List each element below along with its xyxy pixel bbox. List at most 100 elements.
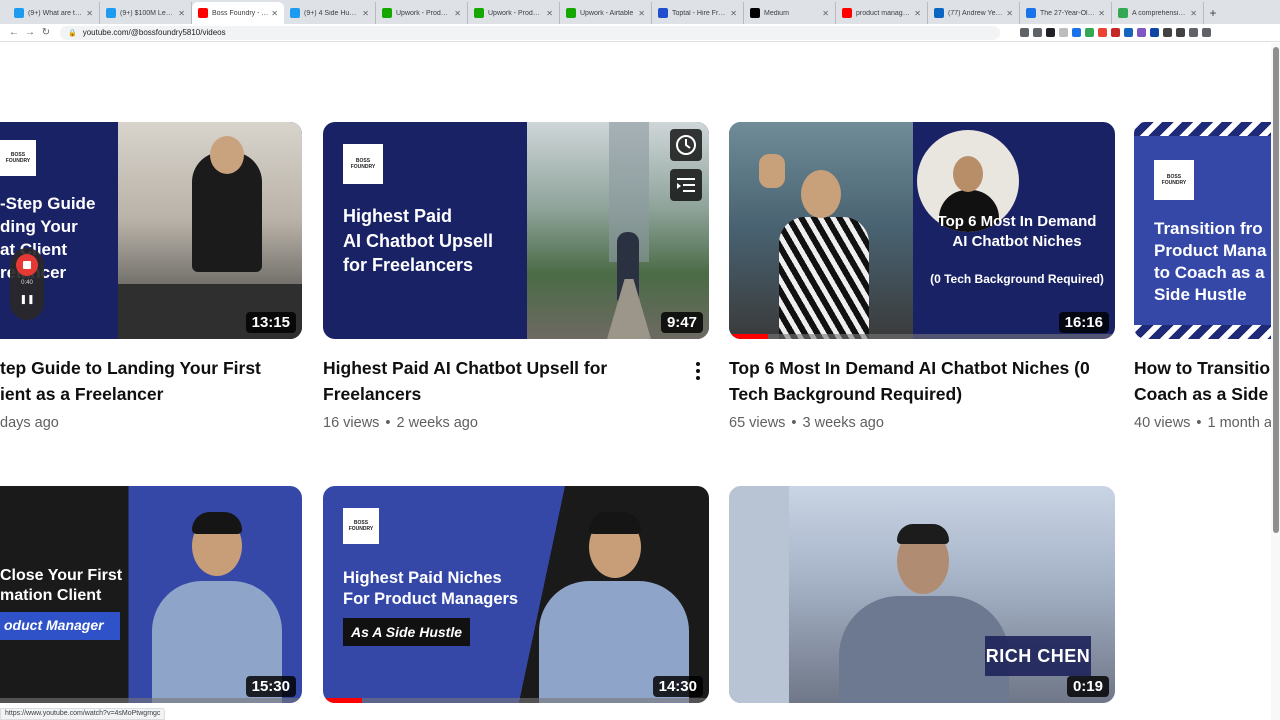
extensions-toolbar (1020, 28, 1211, 37)
new-tab-button[interactable]: + (1204, 2, 1222, 24)
video-card[interactable]: RICH CHEN 0:19 (729, 486, 1115, 703)
close-tab-icon[interactable]: ✕ (178, 9, 185, 18)
browser-tab[interactable]: The 27-Year-Old Ge✕ (1020, 2, 1112, 24)
page-scrollbar[interactable] (1271, 43, 1280, 720)
video-thumbnail[interactable]: Close Your First mation Client oduct Man… (0, 486, 302, 703)
url-text: youtube.com/@bossfoundry5810/videos (82, 28, 226, 37)
browser-tab[interactable]: Upwork - Product R ✕ (468, 2, 560, 24)
video-card[interactable]: Close Your First mation Client oduct Man… (0, 486, 302, 703)
puzzle-icon[interactable] (1163, 28, 1172, 37)
extension-icon[interactable] (1098, 28, 1107, 37)
video-age: 2 weeks ago (396, 415, 478, 431)
tab-favicon-icon (106, 8, 116, 18)
extension-icon[interactable] (1111, 28, 1120, 37)
extension-icon[interactable] (1046, 28, 1055, 37)
video-age: 3 weeks ago (802, 415, 884, 431)
video-card[interactable]: BOSS FOUNDRY Transition fro Product Mana… (1134, 122, 1271, 431)
browser-tab[interactable]: (9+) 4 Side Hustles ✕ (284, 2, 376, 24)
lock-icon: 🔒 (68, 29, 77, 37)
tab-favicon-icon (934, 8, 944, 18)
tab-label: A comprehensive lis (1132, 9, 1187, 17)
address-input[interactable]: 🔒 youtube.com/@bossfoundry5810/videos (60, 25, 1000, 40)
close-tab-icon[interactable]: ✕ (1006, 9, 1013, 18)
lower-third-name: RICH CHEN (985, 636, 1091, 676)
forward-icon[interactable]: → (22, 27, 38, 38)
video-thumbnail[interactable]: BOSS FOUNDRY -Step Guide ding Your at Cli… (0, 122, 302, 339)
close-tab-icon[interactable]: ✕ (638, 9, 645, 18)
close-tab-icon[interactable]: ✕ (271, 9, 278, 18)
extension-icon[interactable] (1150, 28, 1159, 37)
profile-icon[interactable] (1189, 28, 1198, 37)
extension-icon[interactable] (1137, 28, 1146, 37)
close-tab-icon[interactable]: ✕ (914, 9, 921, 18)
video-thumbnail[interactable]: Top 6 Most In Demand AI Chatbot Niches (… (729, 122, 1115, 339)
video-card[interactable]: BOSS FOUNDRY -Step Guide ding Your at Cli… (0, 122, 302, 431)
watch-progress-bar (729, 334, 768, 339)
video-card[interactable]: Top 6 Most In Demand AI Chatbot Niches (… (729, 122, 1115, 431)
scrollbar-thumb[interactable] (1273, 47, 1279, 533)
close-tab-icon[interactable]: ✕ (362, 9, 369, 18)
close-tab-icon[interactable]: ✕ (1190, 9, 1197, 18)
browser-tab[interactable]: Medium ✕ (744, 2, 836, 24)
add-to-queue-icon[interactable] (670, 169, 702, 201)
tab-label: Toptal - Hire Freelan (672, 9, 728, 17)
share-icon[interactable] (1020, 28, 1029, 37)
browser-tab[interactable]: (9+) $100M Leads - ✕ (100, 2, 192, 24)
browser-tab[interactable]: (9+) What are the D✕ (8, 2, 100, 24)
browser-tab[interactable]: Upwork - Product M✕ (376, 2, 468, 24)
more-actions-icon[interactable] (690, 361, 706, 381)
video-thumbnail[interactable]: BOSS FOUNDRY Transition fro Product Mana… (1134, 122, 1271, 339)
recording-time: 0:40 (21, 280, 33, 286)
tab-favicon-icon (658, 8, 668, 18)
video-title[interactable]: Top 6 Most In Demand AI Chatbot Niches (… (729, 355, 1115, 407)
back-icon[interactable]: ← (6, 27, 22, 38)
video-meta: 16 views • 2 weeks ago (323, 415, 478, 431)
video-title[interactable]: tep Guide to Landing Your First ient as … (0, 355, 302, 407)
reload-icon[interactable]: ↻ (38, 27, 54, 38)
browser-tab[interactable]: product manageme ✕ (836, 2, 928, 24)
close-tab-icon[interactable]: ✕ (730, 9, 737, 18)
browser-tab[interactable]: A comprehensive lis✕ (1112, 2, 1204, 24)
extension-icon[interactable] (1124, 28, 1133, 37)
tab-label: Medium (764, 9, 789, 17)
close-tab-icon[interactable]: ✕ (822, 9, 829, 18)
thumbnail-text: Highest Paid AI Chatbot Upsell for Freel… (343, 206, 494, 275)
menu-icon[interactable] (1202, 28, 1211, 37)
video-thumbnail[interactable]: BOSS FOUNDRY Highest Paid Niches For Pro… (323, 486, 709, 703)
extension-icon[interactable] (1059, 28, 1068, 37)
watch-later-icon[interactable] (670, 129, 702, 161)
extension-icon[interactable] (1085, 28, 1094, 37)
tab-favicon-icon (1026, 8, 1036, 18)
close-tab-icon[interactable]: ✕ (1098, 9, 1105, 18)
sidebar-icon[interactable] (1176, 28, 1185, 37)
browser-tab[interactable]: Upwork - Airtable ✕ (560, 2, 652, 24)
extension-icon[interactable] (1072, 28, 1081, 37)
video-thumbnail[interactable]: RICH CHEN 0:19 (729, 486, 1115, 703)
browser-tab[interactable]: Toptal - Hire Freelan✕ (652, 2, 744, 24)
video-thumbnail[interactable]: BOSS FOUNDRY Highest Paid AI Chatbot Ups… (323, 122, 709, 339)
close-tab-icon[interactable]: ✕ (546, 9, 553, 18)
tab-label: (9+) What are the D (28, 9, 83, 17)
brand-logo: BOSS FOUNDRY (343, 144, 383, 184)
video-card[interactable]: BOSS FOUNDRY Highest Paid AI Chatbot Ups… (323, 122, 709, 431)
view-count: 16 views (323, 415, 380, 431)
screen-recorder-widget[interactable]: 0:40 ❚❚ (10, 248, 44, 320)
video-card[interactable]: BOSS FOUNDRY Highest Paid Niches For Pro… (323, 486, 709, 703)
tab-label: Upwork - Airtable (580, 9, 634, 17)
youtube-videos-page: BOSS FOUNDRY -Step Guide ding Your at Cli… (0, 43, 1280, 720)
close-tab-icon[interactable]: ✕ (454, 9, 461, 18)
video-title[interactable]: Highest Paid AI Chatbot Upsell for Freel… (323, 355, 693, 407)
browser-tab[interactable]: (77) Andrew Yeung ✕ (928, 2, 1020, 24)
view-count: 65 views (729, 415, 786, 431)
close-tab-icon[interactable]: ✕ (86, 9, 93, 18)
video-duration: 14:30 (652, 676, 703, 697)
video-title[interactable]: How to Transition Coach as a Side H (1134, 355, 1271, 407)
pause-icon[interactable]: ❚❚ (10, 294, 44, 305)
bookmark-icon[interactable] (1033, 28, 1042, 37)
tab-favicon-icon (198, 8, 208, 18)
browser-tab[interactable]: Boss Foundry - YouT✕ (192, 2, 284, 24)
video-age: 1 month a (1207, 415, 1272, 431)
stop-record-icon[interactable] (16, 254, 38, 276)
tab-favicon-icon (290, 8, 300, 18)
tab-favicon-icon (842, 8, 852, 18)
